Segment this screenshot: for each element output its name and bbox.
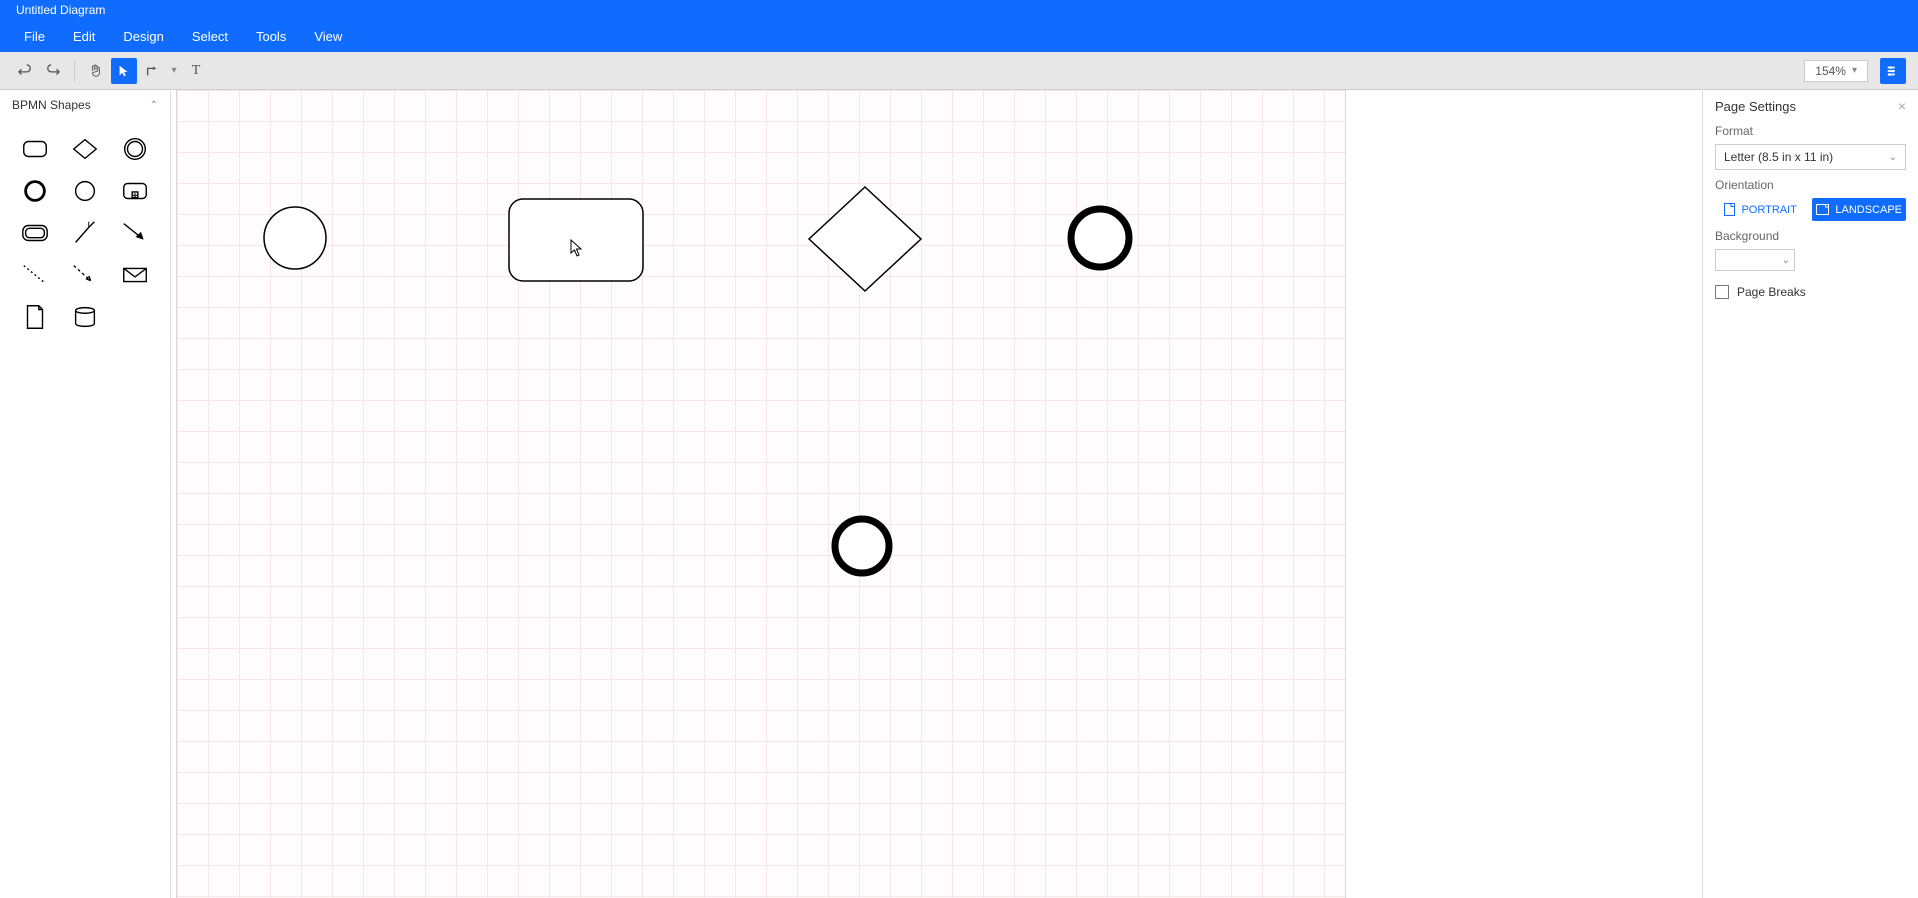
canvas-page[interactable] <box>176 90 1346 898</box>
format-label: Format <box>1715 124 1906 138</box>
landscape-page-icon <box>1816 204 1829 215</box>
canvas-shape-ring[interactable] <box>1067 205 1133 276</box>
chevron-down-icon: ⌄ <box>1889 152 1897 163</box>
collapse-icon[interactable]: ⌃ <box>150 100 158 111</box>
shape-page[interactable] <box>12 298 58 336</box>
shape-datastore[interactable] <box>62 298 108 336</box>
zoom-select[interactable]: 154% ▾ <box>1804 60 1868 82</box>
portrait-page-icon <box>1724 203 1735 216</box>
pan-tool-button[interactable] <box>83 58 109 84</box>
shape-dotted-line[interactable] <box>12 256 58 294</box>
shape-thick-circle[interactable] <box>12 172 58 210</box>
background-color-picker[interactable]: ⌄ <box>1715 249 1795 271</box>
undo-button[interactable] <box>12 58 38 84</box>
text-tool-button[interactable]: T <box>183 58 209 84</box>
shape-arrow-solid[interactable] <box>112 214 158 252</box>
properties-panel: Page Settings × Format Letter (8.5 in x … <box>1703 90 1918 898</box>
shape-rounded-rect[interactable] <box>12 130 58 168</box>
menu-select[interactable]: Select <box>178 25 242 48</box>
zoom-value: 154% <box>1815 64 1846 78</box>
connector-tool-button[interactable] <box>139 58 165 84</box>
menu-file[interactable]: File <box>10 25 59 48</box>
format-value: Letter (8.5 in x 11 in) <box>1724 150 1833 164</box>
shape-double-rounded-rect[interactable] <box>12 214 58 252</box>
page-breaks-checkbox[interactable] <box>1715 285 1729 299</box>
canvas-shape-diamond[interactable] <box>807 185 923 298</box>
orientation-label: Orientation <box>1715 178 1906 192</box>
chevron-down-icon: ▾ <box>171 65 176 76</box>
shape-thin-circle[interactable] <box>62 172 108 210</box>
text-icon: T <box>192 63 201 79</box>
canvas-shape-ring-small[interactable] <box>830 514 894 583</box>
close-icon[interactable]: × <box>1898 98 1906 114</box>
redo-button[interactable] <box>40 58 66 84</box>
shape-double-circle[interactable] <box>112 130 158 168</box>
document-title: Untitled Diagram <box>16 3 105 17</box>
properties-panel-toggle[interactable] <box>1880 58 1906 84</box>
format-select[interactable]: Letter (8.5 in x 11 in) ⌄ <box>1715 144 1906 170</box>
properties-title: Page Settings <box>1715 99 1796 114</box>
title-bar: Untitled Diagram <box>0 0 1918 20</box>
separator <box>74 60 75 82</box>
menu-edit[interactable]: Edit <box>59 25 109 48</box>
shape-diamond[interactable] <box>62 130 108 168</box>
page-breaks-label: Page Breaks <box>1737 285 1806 299</box>
canvas[interactable] <box>171 90 1703 898</box>
menu-tools[interactable]: Tools <box>242 25 300 48</box>
toolbar: ▾ T 154% ▾ <box>0 52 1918 90</box>
chevron-down-icon: ▾ <box>1852 65 1857 76</box>
canvas-shape-rounded-rect[interactable] <box>507 197 645 288</box>
connector-dropdown[interactable]: ▾ <box>167 58 181 84</box>
menu-view[interactable]: View <box>300 25 356 48</box>
shape-envelope[interactable] <box>112 256 158 294</box>
shapes-sidebar: BPMN Shapes ⌃ <box>0 90 171 898</box>
landscape-button[interactable]: LANDSCAPE <box>1812 198 1906 221</box>
menu-design[interactable]: Design <box>109 25 177 48</box>
menu-bar: File Edit Design Select Tools View <box>0 20 1918 52</box>
shape-dashed-arrow[interactable] <box>62 256 108 294</box>
canvas-shape-circle[interactable] <box>262 205 328 276</box>
shape-line-connector[interactable] <box>62 214 108 252</box>
sidebar-title: BPMN Shapes <box>12 98 91 112</box>
shape-subprocess[interactable] <box>112 172 158 210</box>
background-label: Background <box>1715 229 1906 243</box>
portrait-button[interactable]: PORTRAIT <box>1715 198 1806 221</box>
pointer-tool-button[interactable] <box>111 58 137 84</box>
chevron-down-icon: ⌄ <box>1782 255 1790 266</box>
